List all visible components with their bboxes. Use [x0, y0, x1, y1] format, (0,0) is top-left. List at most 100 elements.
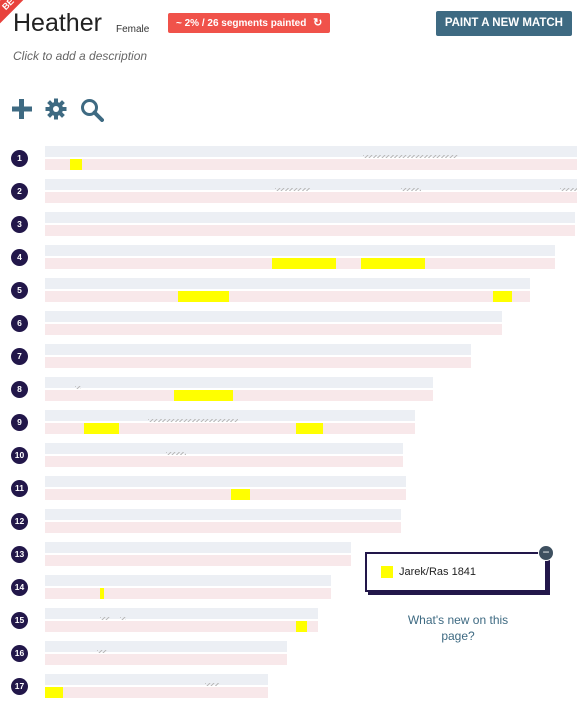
whats-new-link[interactable]: What's new on this page? — [398, 612, 518, 644]
painted-segment[interactable] — [100, 588, 104, 599]
chromosome-number: 2 — [11, 183, 28, 200]
paternal-chromosome-bar[interactable] — [45, 212, 575, 223]
maternal-chromosome-bar[interactable] — [45, 456, 403, 467]
refresh-icon[interactable]: ↻ — [313, 17, 322, 29]
painted-segment[interactable] — [493, 291, 512, 302]
chromosome-row[interactable]: 9 — [0, 410, 577, 440]
chromosome-number: 16 — [11, 645, 28, 662]
chromosome-row[interactable]: 12 — [0, 509, 577, 539]
chromosome-number: 6 — [11, 315, 28, 332]
chromosome-row[interactable]: 17 — [0, 674, 577, 704]
maternal-chromosome-bar[interactable] — [45, 291, 530, 302]
paternal-chromosome-bar[interactable] — [45, 674, 268, 686]
paternal-chromosome-bar[interactable] — [45, 377, 433, 389]
chromosome-row[interactable]: 1 — [0, 146, 577, 176]
chromosome-number: 7 — [11, 348, 28, 365]
profile-sex: Female — [116, 24, 150, 35]
maternal-chromosome-bar[interactable] — [45, 225, 575, 236]
description-field[interactable]: Click to add a description — [13, 49, 147, 63]
chromosome-number: 1 — [11, 150, 28, 167]
chromosome-number: 10 — [11, 447, 28, 464]
painted-segment[interactable] — [296, 423, 323, 434]
paternal-chromosome-bar[interactable] — [45, 410, 415, 422]
chromosome-number: 17 — [11, 678, 28, 695]
paternal-chromosome-bar[interactable] — [45, 575, 331, 586]
painted-summary: ~ 2% / 26 segments painted — [176, 18, 307, 29]
paternal-chromosome-bar[interactable] — [45, 146, 577, 158]
chromosome-row[interactable]: 4 — [0, 245, 577, 275]
paternal-chromosome-bar[interactable] — [45, 344, 471, 355]
maternal-chromosome-bar[interactable] — [45, 588, 331, 599]
match-name-label[interactable]: Jarek/Ras 1841 — [399, 566, 476, 578]
chromosome-number: 15 — [11, 612, 28, 629]
maternal-chromosome-bar[interactable] — [45, 489, 406, 500]
chromosome-row[interactable]: 8 — [0, 377, 577, 407]
painted-segment[interactable] — [174, 390, 233, 401]
unpainted-region — [363, 155, 458, 158]
paternal-chromosome-bar[interactable] — [45, 608, 318, 620]
maternal-chromosome-bar[interactable] — [45, 357, 471, 368]
painted-segment[interactable] — [361, 258, 425, 269]
chromosome-number: 3 — [11, 216, 28, 233]
paternal-chromosome-bar[interactable] — [45, 542, 351, 553]
painted-segment[interactable] — [272, 258, 336, 269]
chromosome-row[interactable]: 5 — [0, 278, 577, 308]
legend-collapse-icon[interactable]: − — [538, 545, 554, 561]
unpainted-region — [100, 617, 110, 620]
chromosome-number: 9 — [11, 414, 28, 431]
match-color-swatch[interactable] — [381, 566, 393, 578]
maternal-chromosome-bar[interactable] — [45, 159, 577, 170]
maternal-chromosome-bar[interactable] — [45, 324, 502, 335]
maternal-chromosome-bar[interactable] — [45, 522, 401, 533]
chromosome-number: 13 — [11, 546, 28, 563]
painted-segment[interactable] — [45, 687, 63, 698]
maternal-chromosome-bar[interactable] — [45, 423, 415, 434]
unpainted-region — [97, 650, 107, 653]
maternal-chromosome-bar[interactable] — [45, 654, 287, 665]
maternal-chromosome-bar[interactable] — [45, 621, 318, 632]
chromosome-row[interactable]: 7 — [0, 344, 577, 374]
paternal-chromosome-bar[interactable] — [45, 278, 530, 289]
chromosome-row[interactable]: 11 — [0, 476, 577, 506]
paternal-chromosome-bar[interactable] — [45, 509, 401, 520]
unpainted-region — [401, 188, 421, 191]
paternal-chromosome-bar[interactable] — [45, 641, 287, 653]
chromosome-row[interactable]: 16 — [0, 641, 577, 671]
unpainted-region — [275, 188, 310, 191]
paternal-chromosome-bar[interactable] — [45, 476, 406, 487]
painted-segment[interactable] — [231, 489, 250, 500]
unpainted-region — [166, 452, 186, 455]
chromosome-row[interactable]: 10 — [0, 443, 577, 473]
paternal-chromosome-bar[interactable] — [45, 311, 502, 322]
chromosome-number: 5 — [11, 282, 28, 299]
maternal-chromosome-bar[interactable] — [45, 192, 577, 203]
plus-icon[interactable] — [11, 98, 35, 122]
chromosome-row[interactable]: 2 — [0, 179, 577, 209]
paint-new-match-button[interactable]: PAINT A NEW MATCH — [435, 11, 572, 36]
chromosome-number: 8 — [11, 381, 28, 398]
profile-name[interactable]: Heather — [13, 9, 102, 38]
maternal-chromosome-bar[interactable] — [45, 555, 351, 566]
painted-segment[interactable] — [84, 423, 119, 434]
match-legend: Jarek/Ras 1841 − — [365, 545, 554, 592]
chromosome-number: 12 — [11, 513, 28, 530]
paternal-chromosome-bar[interactable] — [45, 443, 403, 455]
chromosome-number: 4 — [11, 249, 28, 266]
painted-segment[interactable] — [70, 159, 82, 170]
unpainted-region — [120, 617, 126, 620]
chromosome-row[interactable]: 3 — [0, 212, 577, 242]
paternal-chromosome-bar[interactable] — [45, 245, 555, 256]
maternal-chromosome-bar[interactable] — [45, 258, 555, 269]
unpainted-region — [560, 188, 577, 191]
painted-status-badge[interactable]: ~ 2% / 26 segments painted ↻ — [168, 13, 331, 33]
maternal-chromosome-bar[interactable] — [45, 390, 433, 401]
maternal-chromosome-bar[interactable] — [45, 687, 268, 698]
painted-segment[interactable] — [296, 621, 307, 632]
gear-icon[interactable] — [45, 98, 69, 122]
search-icon[interactable] — [80, 98, 104, 122]
unpainted-region — [205, 683, 219, 686]
chromosome-number: 11 — [11, 480, 28, 497]
chromosome-row[interactable]: 6 — [0, 311, 577, 341]
paternal-chromosome-bar[interactable] — [45, 179, 577, 191]
painted-segment[interactable] — [178, 291, 229, 302]
